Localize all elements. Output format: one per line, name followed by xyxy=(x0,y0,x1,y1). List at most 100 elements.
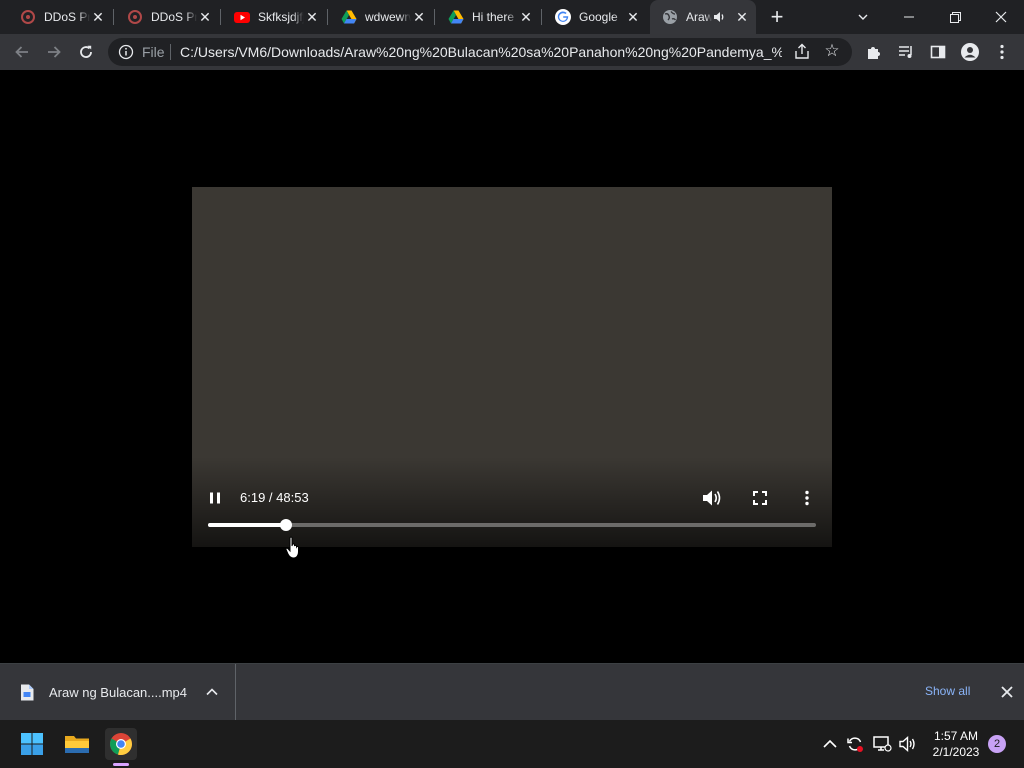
chrome-icon xyxy=(110,733,132,756)
restore-icon xyxy=(949,11,961,23)
bookmark-star-icon[interactable]: ☆ xyxy=(822,41,842,61)
close-icon[interactable] xyxy=(997,682,1017,702)
google-icon xyxy=(555,9,571,25)
tab-search-button[interactable] xyxy=(840,0,886,34)
tab-title: Skfksjdjfj xyxy=(258,10,304,24)
puzzle-icon xyxy=(868,47,880,59)
forward-button[interactable] xyxy=(40,38,68,66)
minimize-button[interactable] xyxy=(886,0,932,34)
fullscreen-button[interactable] xyxy=(753,491,767,505)
share-icon[interactable] xyxy=(792,42,812,62)
back-arrow-icon xyxy=(15,46,28,58)
tab-title: Hi there xyxy=(472,10,515,24)
new-tab-button[interactable]: + xyxy=(765,6,789,30)
network-icon[interactable] xyxy=(872,734,892,754)
tab-separator xyxy=(434,9,435,25)
tab-title: Araw ng Bulacan xyxy=(686,10,712,24)
chevron-down-icon xyxy=(858,14,868,20)
url-scheme: File xyxy=(142,44,165,60)
chevron-up-icon[interactable] xyxy=(820,734,840,754)
chevron-up-icon[interactable] xyxy=(204,684,220,700)
reload-button[interactable] xyxy=(72,38,100,66)
extensions-button[interactable] xyxy=(860,38,888,66)
tab-strip: DDoS Protection ✕ DDoS Protection ✕ Skfk… xyxy=(0,0,1024,34)
window-close-button[interactable] xyxy=(978,0,1024,34)
file-icon xyxy=(21,684,34,701)
volume-icon[interactable] xyxy=(898,734,918,754)
start-button[interactable] xyxy=(16,728,48,760)
url-text[interactable]: C:/Users/VM6/Downloads/Araw%20ng%20Bulac… xyxy=(180,44,782,60)
ddos-icon xyxy=(127,9,143,25)
tab-separator xyxy=(541,9,542,25)
seek-bar[interactable] xyxy=(208,519,816,531)
tab-separator xyxy=(220,9,221,25)
tab-ddos-2[interactable]: DDoS Protection ✕ xyxy=(115,0,221,34)
tab-title: Google xyxy=(579,10,618,24)
close-icon[interactable]: ✕ xyxy=(518,9,534,25)
profile-button[interactable] xyxy=(956,38,984,66)
download-bar: Araw ng Bulacan....mp4 Show all xyxy=(0,663,1024,720)
download-item[interactable]: Araw ng Bulacan....mp4 xyxy=(0,664,236,720)
url-divider xyxy=(170,44,171,60)
tab-title: DDoS Protection xyxy=(44,10,90,24)
clock-date: 2/1/2023 xyxy=(932,745,980,759)
back-button[interactable] xyxy=(8,38,36,66)
video-player[interactable]: 6:19 / 48:53 xyxy=(192,187,832,547)
fullscreen-icon xyxy=(753,491,767,505)
sync-icon[interactable] xyxy=(845,734,865,754)
side-panel-button[interactable] xyxy=(924,38,952,66)
volume-icon xyxy=(703,490,721,506)
tab-title: DDoS Protection xyxy=(151,10,197,24)
clock-time: 1:57 AM xyxy=(933,729,979,743)
forward-arrow-icon xyxy=(48,46,61,58)
globe-icon xyxy=(662,9,678,25)
close-icon[interactable]: ✕ xyxy=(625,9,641,25)
browser-menu-button[interactable] xyxy=(988,38,1016,66)
video-time: 6:19 / 48:53 xyxy=(240,490,309,505)
ddos-icon xyxy=(20,9,36,25)
speaker-icon[interactable] xyxy=(712,9,728,25)
seek-progress xyxy=(208,523,287,527)
windows-logo-icon xyxy=(21,733,43,755)
close-icon[interactable]: ✕ xyxy=(304,9,320,25)
close-icon xyxy=(995,11,1007,23)
more-vert-icon xyxy=(1000,44,1004,60)
show-all-link[interactable]: Show all xyxy=(925,684,970,698)
close-icon[interactable]: ✕ xyxy=(734,9,750,25)
close-icon[interactable]: ✕ xyxy=(411,9,427,25)
tab-araw-ng-bulacan[interactable]: Araw ng Bulacan ✕ xyxy=(650,0,756,34)
pause-button[interactable] xyxy=(208,491,222,505)
notification-badge[interactable]: 2 xyxy=(988,735,1006,753)
mute-button[interactable] xyxy=(702,489,722,507)
hand-cursor-icon xyxy=(285,536,299,559)
reload-icon xyxy=(80,45,92,58)
music-queue-icon xyxy=(899,46,912,58)
tab-drive-2[interactable]: Hi there ✕ xyxy=(436,0,542,34)
tab-youtube[interactable]: Skfksjdjfj ✕ xyxy=(222,0,328,34)
tab-ddos-1[interactable]: DDoS Protection ✕ xyxy=(8,0,114,34)
page-content: 6:19 / 48:53 xyxy=(0,70,1024,663)
profile-avatar-icon xyxy=(961,43,979,61)
video-menu-button[interactable] xyxy=(804,490,810,506)
folder-icon xyxy=(65,736,89,753)
windows-taskbar: 1:57 AM 2/1/2023 2 xyxy=(0,720,1024,768)
side-panel-icon xyxy=(930,45,946,59)
close-icon[interactable]: ✕ xyxy=(90,9,106,25)
file-explorer-button[interactable] xyxy=(61,728,93,760)
google-drive-icon xyxy=(448,9,464,25)
chrome-taskbar-button[interactable] xyxy=(105,728,137,760)
media-controls-button[interactable] xyxy=(892,38,920,66)
tab-separator xyxy=(327,9,328,25)
close-icon[interactable]: ✕ xyxy=(197,9,213,25)
minimize-icon xyxy=(904,16,914,18)
address-bar[interactable]: File C:/Users/VM6/Downloads/Araw%20ng%20… xyxy=(108,38,852,66)
active-app-indicator xyxy=(113,763,129,766)
system-clock[interactable]: 1:57 AM 2/1/2023 xyxy=(928,728,984,760)
tab-drive-1[interactable]: wdwewrwer ✕ xyxy=(329,0,435,34)
browser-toolbar: File C:/Users/VM6/Downloads/Araw%20ng%20… xyxy=(0,34,1024,70)
google-drive-icon xyxy=(341,9,357,25)
restore-button[interactable] xyxy=(932,0,978,34)
tab-google[interactable]: Google ✕ xyxy=(543,0,649,34)
info-icon[interactable] xyxy=(118,44,134,60)
youtube-icon xyxy=(234,9,250,25)
